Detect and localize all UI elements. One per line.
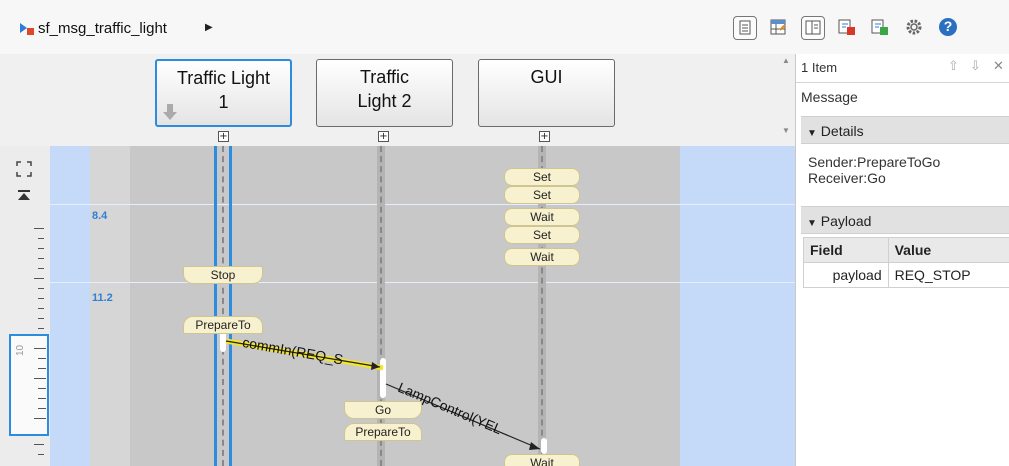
inspector-panel: 1 Item ⇧ ⇩ ✕ Message ▼ Details Sender:Pr… xyxy=(795,54,1009,466)
go-to-top-icon[interactable] xyxy=(17,189,31,201)
item-count: 1 Item xyxy=(801,60,838,75)
collapse-icon: ▼ xyxy=(807,218,817,229)
payload-section-header[interactable]: ▼ Payload xyxy=(801,206,1009,234)
message-arrows xyxy=(225,338,541,450)
ruler-tick xyxy=(38,248,44,249)
ruler-tick xyxy=(34,348,46,349)
properties-icon[interactable] xyxy=(733,16,757,40)
ruler-tick xyxy=(34,278,44,279)
payload-title: Payload xyxy=(820,213,872,229)
sequence-viewer: Traffic Light 1 Traffic Light 2 GUI + + … xyxy=(0,54,795,466)
ruler-tick xyxy=(34,228,44,229)
toolbar: sf_msg_traffic_light ▶ ? xyxy=(0,0,1009,55)
ruler-tick xyxy=(38,328,44,329)
ruler-tick xyxy=(34,378,46,379)
ruler-tick xyxy=(34,444,44,445)
ruler-tick xyxy=(38,368,46,369)
help-icon[interactable]: ? xyxy=(937,16,961,40)
ruler-tick xyxy=(38,408,46,409)
help-label: ? xyxy=(943,18,953,34)
import-icon[interactable] xyxy=(869,16,893,40)
column-header[interactable]: Field xyxy=(803,237,889,263)
arrow-up-icon[interactable]: ⇧ xyxy=(948,58,959,74)
export-icon[interactable] xyxy=(836,16,860,40)
ruler-tick xyxy=(38,308,44,309)
sender-text: Sender:PrepareToGo xyxy=(808,154,941,170)
details-section-header[interactable]: ▼ Details xyxy=(801,116,1009,144)
arrowhead xyxy=(529,442,540,450)
table-row[interactable]: payload REQ_STOP xyxy=(803,262,1009,288)
ruler-tick xyxy=(38,258,44,259)
ruler-tick xyxy=(38,398,46,399)
time-ruler[interactable]: 10 xyxy=(0,146,50,466)
table-cell: payload xyxy=(803,262,889,288)
breadcrumb-expand-icon[interactable]: ▶ xyxy=(205,22,213,33)
divider xyxy=(796,82,1009,83)
ruler-tick xyxy=(38,318,44,319)
ruler-label: 10 xyxy=(15,344,26,356)
ruler-tick xyxy=(38,358,46,359)
table-cell: REQ_STOP xyxy=(887,262,1009,288)
payload-table: Field Value payload REQ_STOP xyxy=(803,237,1009,288)
ruler-viewport[interactable]: 10 xyxy=(9,334,49,436)
ruler-tick xyxy=(38,454,44,455)
fit-to-view-icon[interactable] xyxy=(15,160,33,178)
item-kind: Message xyxy=(801,89,858,105)
gear-icon[interactable] xyxy=(903,16,927,40)
ruler-tick xyxy=(38,298,44,299)
panel-icon[interactable] xyxy=(801,16,825,40)
details-title: Details xyxy=(820,123,864,139)
ruler-tick xyxy=(38,238,44,239)
breadcrumb-model-name[interactable]: sf_msg_traffic_light xyxy=(38,20,167,37)
table-icon[interactable] xyxy=(767,16,791,40)
arrow-down-icon[interactable]: ⇩ xyxy=(970,58,981,74)
ruler-tick xyxy=(38,388,46,389)
model-icon xyxy=(20,23,34,35)
ruler-tick xyxy=(38,288,44,289)
receiver-text: Receiver:Go xyxy=(808,170,886,186)
ruler-tick xyxy=(38,268,44,269)
close-icon[interactable]: ✕ xyxy=(993,58,1004,74)
column-header[interactable]: Value xyxy=(887,237,1009,263)
ruler-tick xyxy=(34,418,46,419)
collapse-icon: ▼ xyxy=(807,128,817,139)
